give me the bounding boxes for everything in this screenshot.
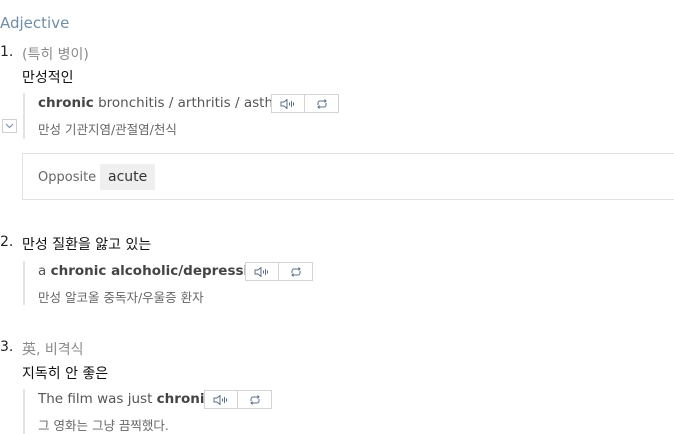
sense-number-2: 2. xyxy=(0,234,14,250)
part-of-speech-label: Adjective xyxy=(0,14,70,32)
example-en-1: chronic bronchitis / arthritis / asthma xyxy=(38,95,294,111)
sense-meaning-3: 지독히 안 좋은 xyxy=(22,366,109,382)
example-block-3: The film was just chronic. 그 영화는 그냥 끔찍했다… xyxy=(23,389,217,434)
chevron-down-icon xyxy=(5,123,14,129)
sense-number-1: 1. xyxy=(0,44,14,60)
repeat-audio-button[interactable] xyxy=(278,262,313,281)
example-block-2: a chronic alcoholic/depressive 만성 알코올 중독… xyxy=(23,261,266,305)
example-text: bronchitis / arthritis / asthma xyxy=(93,95,295,111)
sense-number-3: 3. xyxy=(0,339,14,355)
play-audio-button[interactable] xyxy=(245,262,279,281)
sense-meaning-1: 만성적인 xyxy=(22,70,74,86)
example-ko-3: 그 영화는 그냥 끔찍했다. xyxy=(38,418,169,433)
example-en-3: The film was just chronic. xyxy=(38,391,217,407)
speaker-icon xyxy=(280,98,294,109)
speaker-icon xyxy=(254,266,268,277)
sense-meaning-2: 만성 질환을 앓고 있는 xyxy=(22,237,152,253)
repeat-icon xyxy=(249,394,260,405)
repeat-audio-button[interactable] xyxy=(237,390,272,409)
example-en-2: a chronic alcoholic/depressive xyxy=(38,263,266,279)
opposite-word-chip[interactable]: acute xyxy=(100,164,156,190)
opposite-box: Opposite acute xyxy=(22,153,674,200)
play-audio-button[interactable] xyxy=(204,390,238,409)
example-ko-2: 만성 알코올 중독자/우울증 환자 xyxy=(38,290,204,305)
expand-toggle[interactable] xyxy=(2,119,17,133)
repeat-audio-button[interactable] xyxy=(304,94,339,113)
example-ko-1: 만성 기관지염/관절염/천식 xyxy=(38,122,177,137)
example-text: a xyxy=(38,263,51,279)
speaker-icon xyxy=(213,394,227,405)
sense-note-3: 英, 비격식 xyxy=(22,342,84,358)
example-block-1: chronic bronchitis / arthritis / asthma … xyxy=(23,93,294,139)
example-text: The film was just xyxy=(38,391,157,407)
example-highlight: chronic xyxy=(38,95,94,111)
repeat-icon xyxy=(290,266,301,277)
opposite-label: Opposite xyxy=(38,170,97,185)
example-highlight: chronic alcoholic/depressive xyxy=(50,263,267,279)
play-audio-button[interactable] xyxy=(271,94,305,113)
sense-note-1: (특히 병이) xyxy=(22,47,89,63)
repeat-icon xyxy=(316,98,327,109)
